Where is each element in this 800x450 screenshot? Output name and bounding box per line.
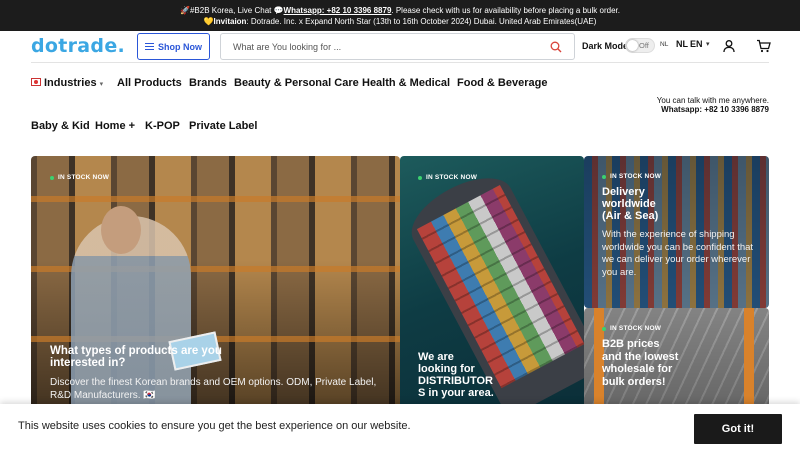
status-dot-icon xyxy=(418,175,422,180)
hero-tile-products[interactable]: IN STOCK NOW What types of products are … xyxy=(31,156,400,416)
stock-badge: IN STOCK NOW xyxy=(602,173,661,180)
header-divider xyxy=(31,62,769,63)
status-dot-icon xyxy=(50,175,54,180)
nav-kpop[interactable]: K-POP xyxy=(145,120,180,132)
nav-home[interactable]: Home + xyxy=(95,120,135,132)
stock-badge: IN STOCK NOW xyxy=(50,174,109,181)
invitation-label: 💛Invitaion xyxy=(203,17,247,26)
status-dot-icon xyxy=(602,326,606,331)
shop-now-label: Shop Now xyxy=(158,41,202,52)
nav-beauty[interactable]: Beauty & Personal Care xyxy=(234,77,359,89)
chat-note-line-1: You can talk with me anywhere. xyxy=(656,96,769,105)
hero-tile-distributors[interactable]: IN STOCK NOW We are looking for DISTRIBU… xyxy=(400,156,584,416)
flag-icon: NL xyxy=(660,41,669,48)
invitation-text: : Dotrade. Inc. x Expand North Star (13t… xyxy=(246,17,597,26)
announcement-suffix: . Please check with us for availability … xyxy=(391,6,620,15)
chat-note: You can talk with me anywhere. Whatsapp:… xyxy=(657,96,769,114)
worker-head-image xyxy=(101,206,141,254)
stock-badge-label: IN STOCK NOW xyxy=(58,174,110,181)
chevron-down-icon: ▾ xyxy=(99,81,104,88)
tile-title: What types of products are you intereste… xyxy=(50,345,222,369)
cookie-message: This website uses cookies to ensure you … xyxy=(18,420,411,432)
nav-health[interactable]: Health & Medical xyxy=(362,77,450,89)
nav-private-label[interactable]: Private Label xyxy=(189,120,257,132)
rack-post xyxy=(744,308,754,416)
nav-brands[interactable]: Brands xyxy=(189,77,227,89)
announcement-line-1: 🚀#B2B Korea, Live Chat 💬Whatsapp: +82 10… xyxy=(0,5,800,16)
stock-badge-label: IN STOCK NOW xyxy=(610,173,662,180)
site-header: dotrade. Shop Now Dark Mode Off NL NL EN… xyxy=(0,31,800,63)
dark-mode-state: Off xyxy=(639,41,649,50)
announcement-bar: 🚀#B2B Korea, Live Chat 💬Whatsapp: +82 10… xyxy=(0,0,800,31)
hero-tile-delivery[interactable]: IN STOCK NOW Delivery worldwide (Air & S… xyxy=(584,156,769,308)
shop-now-button[interactable]: Shop Now xyxy=(137,33,210,60)
shelf-beam xyxy=(31,196,400,202)
stock-badge: IN STOCK NOW xyxy=(418,174,477,181)
search-box xyxy=(220,33,575,60)
tile-description: With the experience of shipping worldwid… xyxy=(602,229,754,278)
status-dot-icon xyxy=(602,174,606,179)
dark-mode-toggle[interactable]: Off xyxy=(625,38,655,53)
dark-mode-label: Dark Mode xyxy=(582,41,629,51)
language-selector[interactable]: EN xyxy=(690,39,703,49)
hero-tile-b2b-prices[interactable]: IN STOCK NOW B2B prices and the lowest w… xyxy=(584,308,769,416)
announcement-prefix: 🚀#B2B Korea, Live Chat 💬 xyxy=(180,6,284,15)
cart-icon[interactable] xyxy=(756,39,771,53)
whatsapp-link[interactable]: Whatsapp: +82 10 3396 8879 xyxy=(284,6,392,15)
accept-cookies-button[interactable]: Got it! xyxy=(694,414,782,444)
search-input[interactable] xyxy=(233,40,533,54)
tile-title: B2B prices and the lowest wholesale for … xyxy=(602,338,679,388)
tile-title: Delivery worldwide (Air & Sea) xyxy=(602,186,659,222)
country-selector[interactable]: NL xyxy=(676,39,688,49)
cookie-banner: This website uses cookies to ensure you … xyxy=(0,404,800,450)
stock-badge-label: IN STOCK NOW xyxy=(426,174,478,181)
menu-icon xyxy=(145,43,154,50)
announcement-line-2: 💛Invitaion: Dotrade. Inc. x Expand North… xyxy=(0,16,800,27)
nav-industries-label: Industries xyxy=(44,77,97,89)
korea-flag-icon xyxy=(31,78,41,86)
nav-all-products[interactable]: All Products xyxy=(117,77,182,89)
user-icon[interactable] xyxy=(722,39,736,53)
toggle-knob xyxy=(627,40,638,51)
tile-title: We are looking for DISTRIBUTOR S in your… xyxy=(418,351,494,399)
tile-description: Discover the finest Korean brands and OE… xyxy=(50,377,377,401)
chat-note-whatsapp[interactable]: Whatsapp: +82 10 3396 8879 xyxy=(661,105,769,114)
stock-badge: IN STOCK NOW xyxy=(602,325,661,332)
chevron-down-icon[interactable]: ▾ xyxy=(706,40,710,48)
nav-food[interactable]: Food & Beverage xyxy=(457,77,547,89)
search-icon[interactable] xyxy=(550,41,562,53)
nav-baby-kid[interactable]: Baby & Kid xyxy=(31,120,90,132)
stock-badge-label: IN STOCK NOW xyxy=(610,325,662,332)
nav-industries[interactable]: Industries ▾ xyxy=(31,77,103,89)
site-logo[interactable]: dotrade. xyxy=(31,35,125,57)
